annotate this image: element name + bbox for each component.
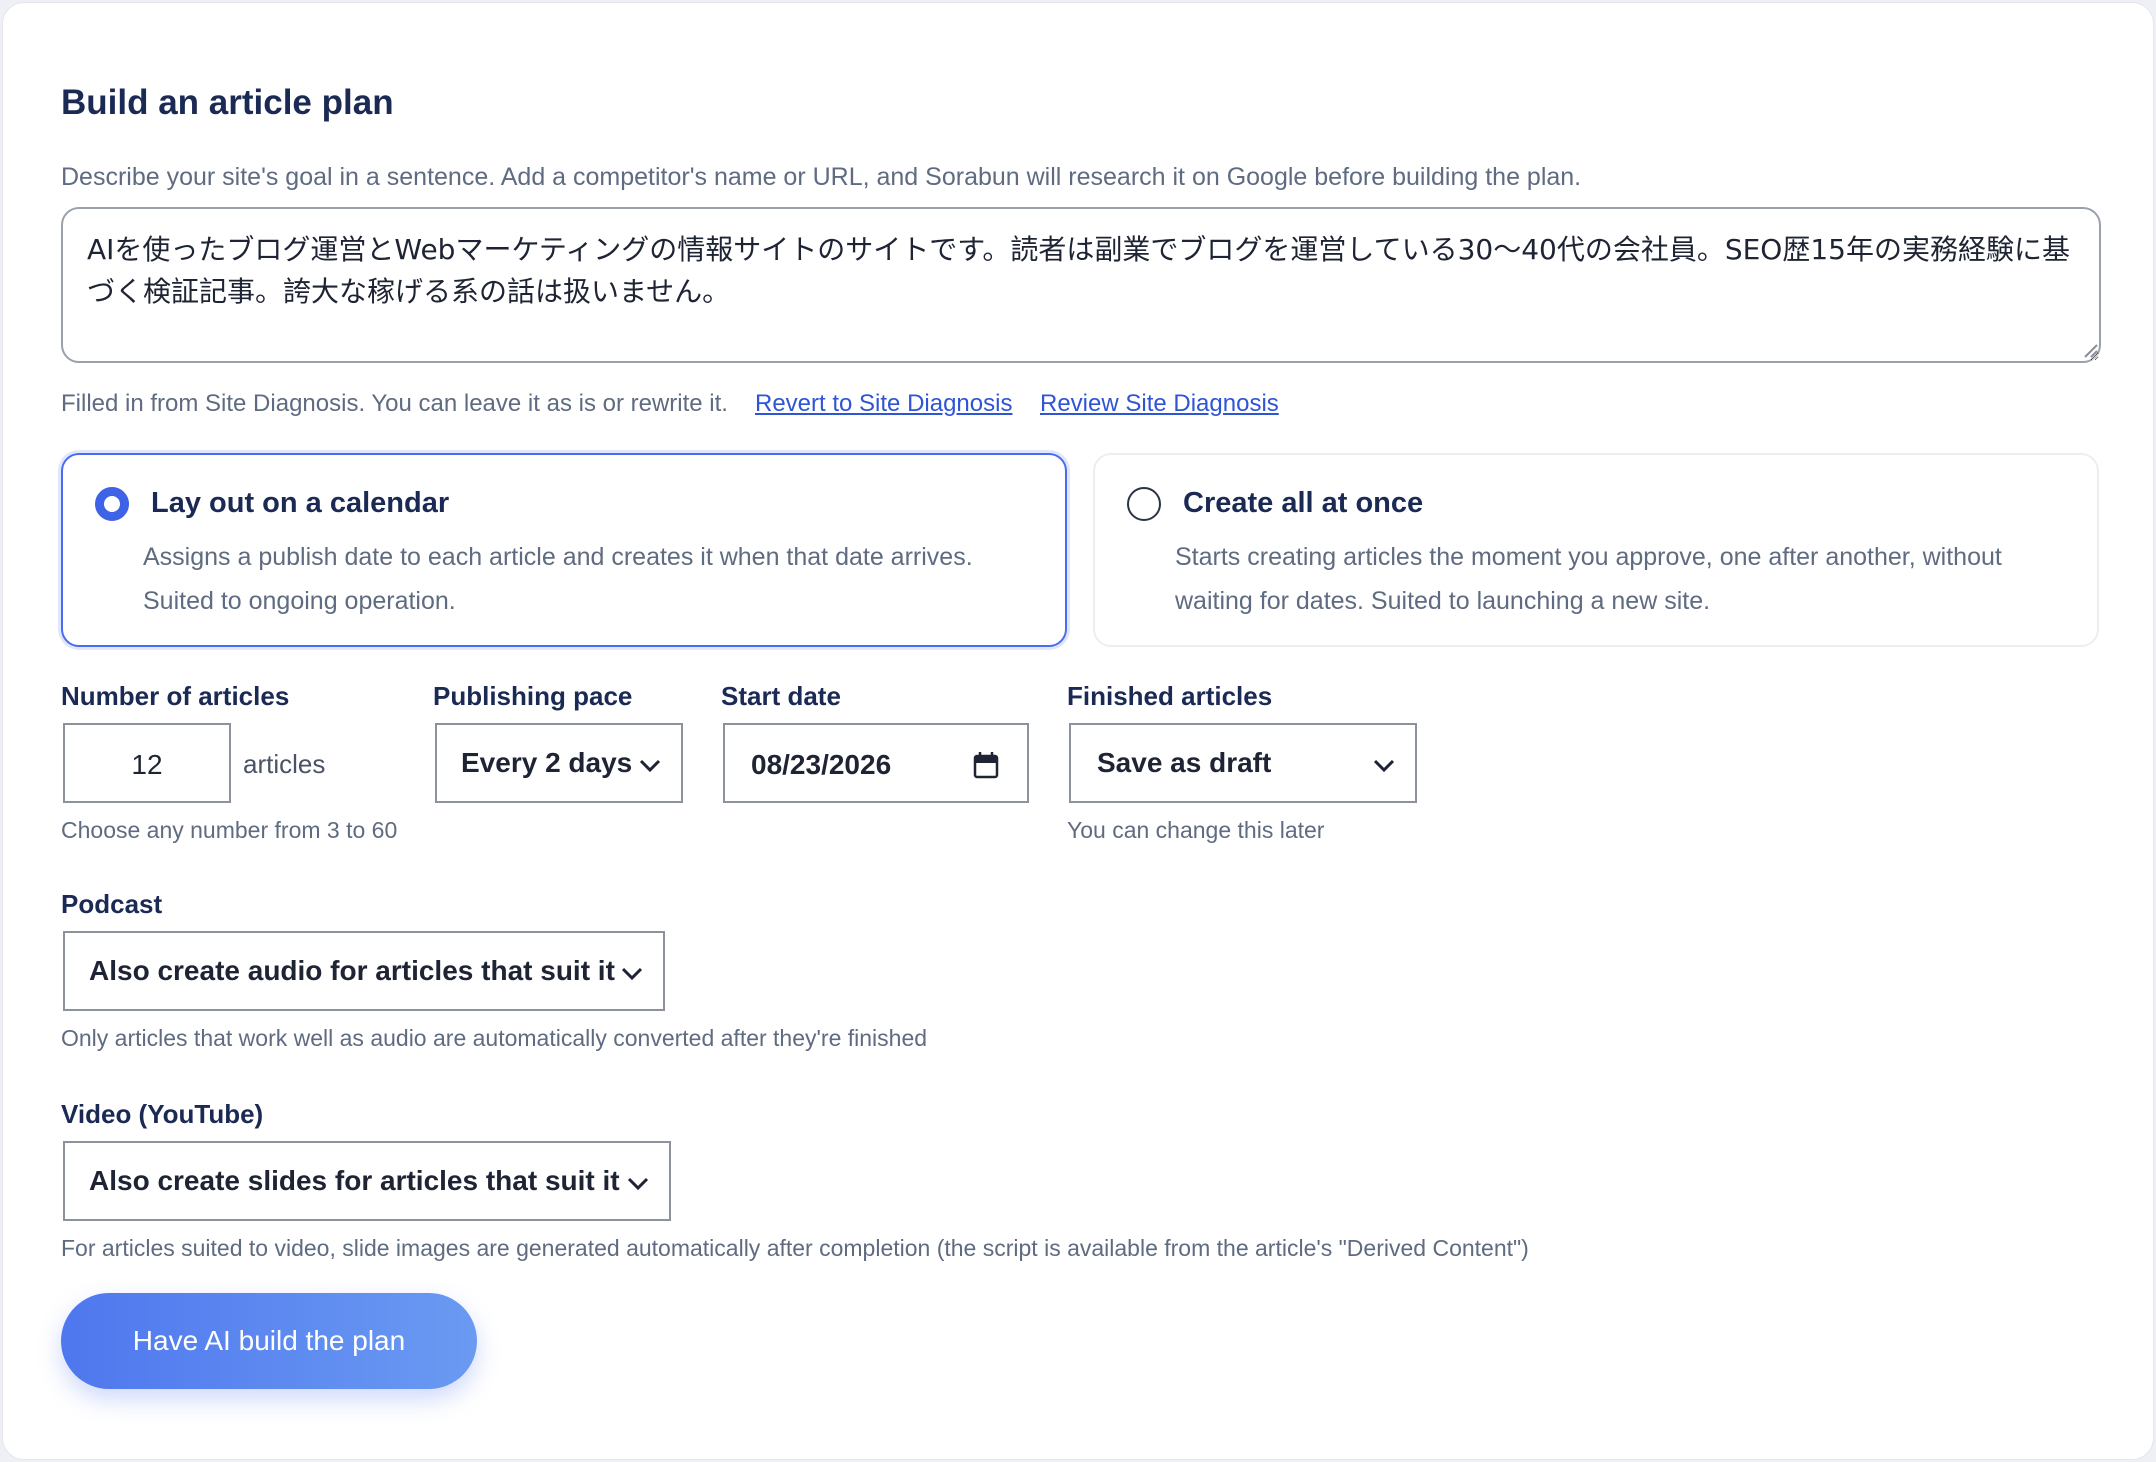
- podcast-select[interactable]: Also create audio for articles that suit…: [63, 931, 665, 1011]
- mode-description-calendar: Assigns a publish date to each article a…: [143, 543, 973, 615]
- video-select[interactable]: Also create slides for articles that sui…: [63, 1141, 671, 1221]
- mode-title-calendar: Lay out on a calendar: [151, 487, 450, 519]
- podcast-value: Also create audio for articles that suit…: [89, 955, 615, 986]
- chevron-down-icon: [639, 759, 661, 773]
- finished-articles-help: You can change this later: [1067, 817, 1325, 843]
- video-help: For articles suited to video, slide imag…: [61, 1235, 1529, 1261]
- calendar-icon[interactable]: [973, 751, 999, 779]
- mode-description-all-at-once: Starts creating articles the moment you …: [1175, 543, 2002, 615]
- review-site-diagnosis-link[interactable]: Review Site Diagnosis: [1040, 390, 1279, 418]
- start-date-label: Start date: [721, 681, 841, 711]
- finished-articles-label: Finished articles: [1067, 681, 1273, 711]
- resize-grip-icon[interactable]: [2081, 341, 2099, 359]
- video-label: Video (YouTube): [61, 1099, 264, 1129]
- article-count-help: Choose any number from 3 to 60: [61, 817, 398, 843]
- form-description: Describe your site's goal in a sentence.…: [61, 163, 1582, 191]
- article-count-unit: articles: [243, 749, 326, 779]
- mode-option-calendar[interactable]: Lay out on a calendar Assigns a publish …: [61, 453, 1067, 647]
- podcast-help: Only articles that work well as audio ar…: [61, 1025, 928, 1051]
- chevron-down-icon: [1373, 759, 1395, 773]
- publishing-pace-value: Every 2 days: [461, 747, 633, 778]
- article-count-input[interactable]: 12: [63, 723, 231, 803]
- article-count-label: Number of articles: [61, 681, 290, 711]
- start-date-value: 08/23/2026: [751, 749, 892, 780]
- finished-articles-value: Save as draft: [1097, 747, 1272, 778]
- podcast-label: Podcast: [61, 889, 163, 919]
- mode-option-all-at-once[interactable]: Create all at once Starts creating artic…: [1093, 453, 2099, 647]
- goal-hint: Filled in from Site Diagnosis. You can l…: [61, 390, 728, 417]
- build-plan-button[interactable]: Have AI build the plan: [61, 1293, 477, 1389]
- radio-calendar[interactable]: [95, 487, 129, 521]
- site-goal-textarea[interactable]: AIを使ったブログ運営とWebマーケティングの情報サイトのサイトです。読者は副業…: [61, 207, 2101, 363]
- article-count-value: 12: [131, 749, 163, 780]
- publishing-pace-label: Publishing pace: [433, 681, 633, 711]
- chevron-down-icon: [627, 1177, 649, 1191]
- publishing-pace-select[interactable]: Every 2 days: [435, 723, 683, 803]
- chevron-down-icon: [621, 967, 643, 981]
- page-title: Build an article plan: [61, 83, 394, 122]
- start-date-input[interactable]: 08/23/2026: [723, 723, 1029, 803]
- mode-title-all-at-once: Create all at once: [1183, 487, 1424, 519]
- article-plan-card: Build an article plan Describe your site…: [2, 2, 2154, 1460]
- revert-to-site-diagnosis-link[interactable]: Revert to Site Diagnosis: [755, 390, 1012, 418]
- radio-all-at-once[interactable]: [1127, 487, 1161, 521]
- finished-articles-select[interactable]: Save as draft: [1069, 723, 1417, 803]
- video-value: Also create slides for articles that sui…: [89, 1165, 620, 1196]
